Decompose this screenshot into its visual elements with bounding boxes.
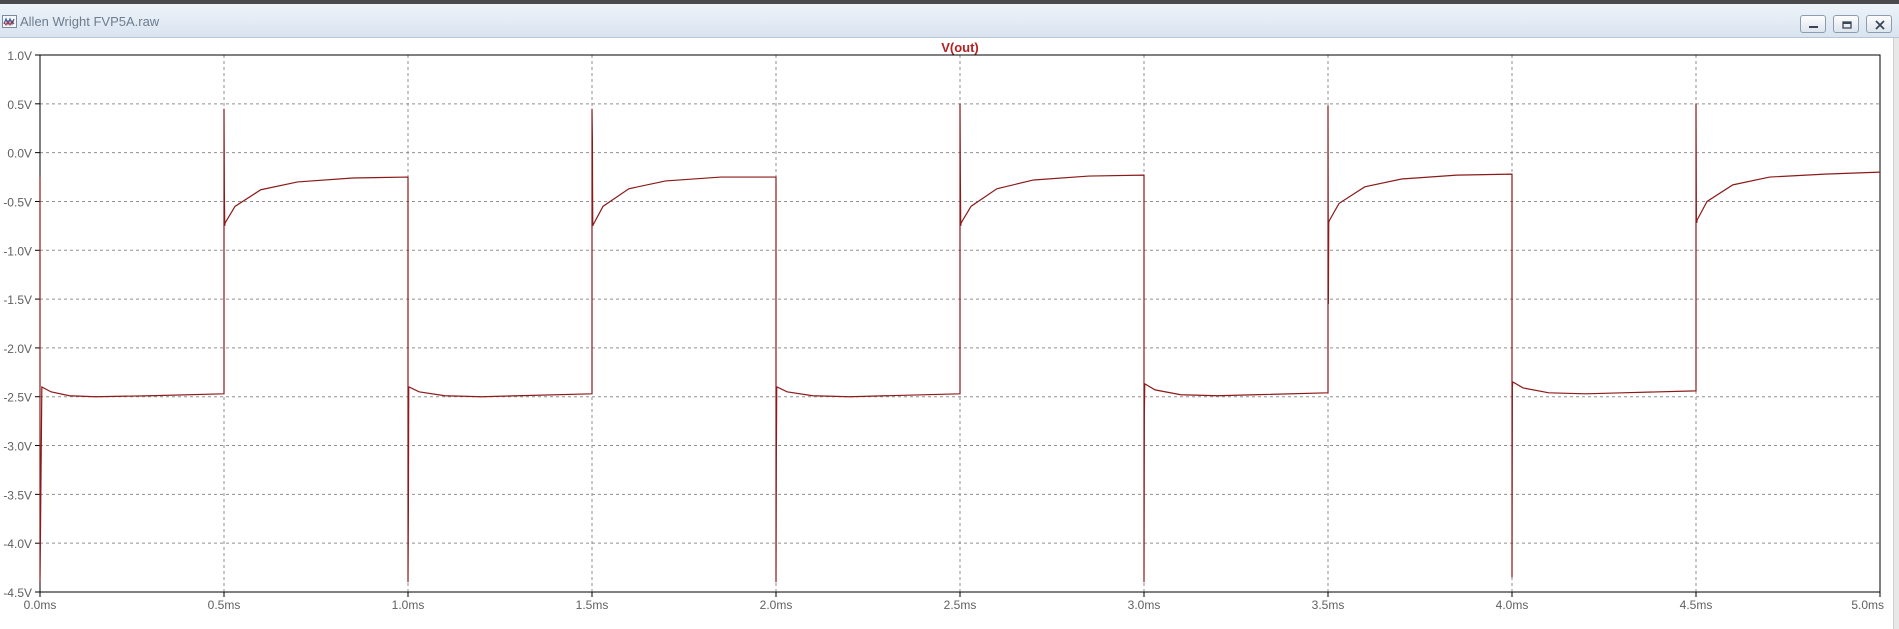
x-tick-label: 5.0ms: [1851, 598, 1884, 612]
waveform-viewer-window: Allen Wright FVP5A.raw 1.0V 0.5V 0.0V -0.5V…: [0, 0, 1899, 629]
y-tick-label: -2.0V: [3, 342, 32, 356]
window-right-edge: [1893, 38, 1899, 629]
y-tick-label: 1.0V: [7, 49, 32, 63]
minimize-icon: [1809, 26, 1818, 28]
x-tick-label: 1.0ms: [392, 598, 425, 612]
x-tick-label: 4.0ms: [1496, 598, 1529, 612]
x-tick-label: 0.5ms: [208, 598, 241, 612]
x-tick-label: 0.0ms: [24, 598, 57, 612]
y-tick-label: -1.5V: [3, 293, 32, 307]
trace-vout: [39, 103, 1881, 583]
title-bar[interactable]: Allen Wright FVP5A.raw: [0, 4, 1899, 38]
y-tick-label: -4.0V: [3, 537, 32, 551]
x-tick-label: 2.5ms: [944, 598, 977, 612]
close-icon: [1875, 20, 1885, 30]
x-axis-ticks: 0.0ms 0.5ms 1.0ms 1.5ms 2.0ms 2.5ms 3.0ms 3.5ms…: [24, 592, 1884, 612]
y-tick-label: 0.0V: [7, 147, 32, 161]
maximize-icon: [1842, 21, 1852, 29]
waveform-icon: [2, 15, 17, 28]
y-tick-label: -2.5V: [3, 391, 32, 405]
trace-title[interactable]: V(out): [941, 40, 979, 55]
x-tick-label: 1.5ms: [576, 598, 609, 612]
minimize-button[interactable]: [1800, 15, 1826, 33]
window-title: Allen Wright FVP5A.raw: [20, 14, 160, 29]
y-tick-label: 0.5V: [7, 98, 32, 112]
y-tick-label: -1.0V: [3, 244, 32, 258]
x-tick-label: 3.0ms: [1128, 598, 1161, 612]
x-tick-label: 4.5ms: [1680, 598, 1713, 612]
y-tick-label: -3.5V: [3, 488, 32, 502]
close-button[interactable]: [1866, 15, 1892, 33]
x-tick-label: 3.5ms: [1312, 598, 1345, 612]
maximize-button[interactable]: [1833, 15, 1859, 33]
x-tick-label: 2.0ms: [760, 598, 793, 612]
y-tick-label: -3.0V: [3, 440, 32, 454]
waveform-plot[interactable]: 1.0V 0.5V 0.0V -0.5V -1.0V -1.5V -2.0V -2.5V -3.…: [0, 38, 1893, 629]
y-axis-ticks: 1.0V 0.5V 0.0V -0.5V -1.0V -1.5V -2.0V -2.5V -3.…: [3, 49, 40, 600]
y-tick-label: -0.5V: [3, 195, 32, 209]
